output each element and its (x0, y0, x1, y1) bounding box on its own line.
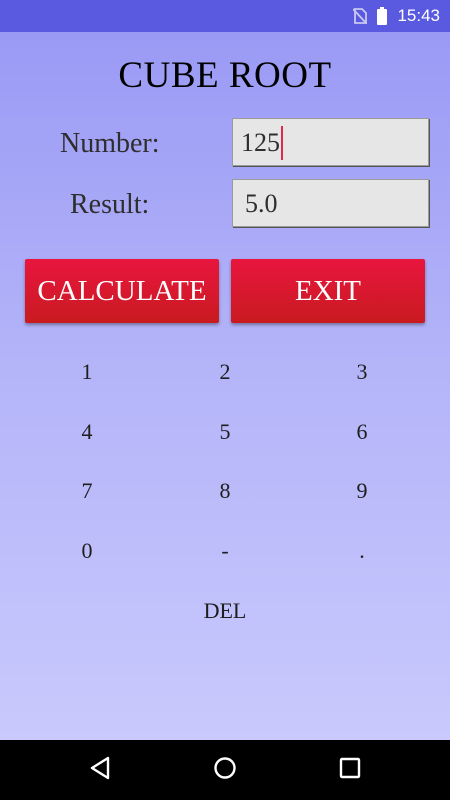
back-button[interactable] (70, 740, 130, 800)
number-input[interactable]: 125 (232, 118, 429, 166)
back-icon (89, 756, 111, 785)
navigation-bar (0, 740, 450, 800)
delete-button[interactable]: DEL (165, 589, 285, 633)
home-button[interactable] (195, 740, 255, 800)
recents-icon (339, 757, 361, 784)
key-7[interactable]: 7 (27, 469, 147, 513)
result-label: Result: (70, 189, 150, 220)
key-4[interactable]: 4 (27, 410, 147, 454)
key-2[interactable]: 2 (165, 350, 285, 394)
key-decimal[interactable]: . (302, 529, 422, 573)
result-value: 5.0 (245, 189, 278, 218)
app-content: CUBE ROOT Number: 125 Result: 5.0 CALCUL… (0, 32, 450, 740)
no-sim-icon (352, 8, 369, 25)
calculate-button[interactable]: CALCULATE (25, 259, 219, 323)
number-label: Number: (60, 128, 160, 159)
result-field[interactable]: 5.0 (232, 179, 429, 227)
key-1[interactable]: 1 (27, 350, 147, 394)
status-bar: 15:43 (0, 0, 450, 32)
key-5[interactable]: 5 (165, 410, 285, 454)
key-9[interactable]: 9 (302, 469, 422, 513)
key-6[interactable]: 6 (302, 410, 422, 454)
recents-button[interactable] (320, 740, 380, 800)
home-icon (213, 756, 237, 785)
key-8[interactable]: 8 (165, 469, 285, 513)
exit-button[interactable]: EXIT (231, 259, 425, 323)
battery-icon (377, 7, 388, 25)
number-input-value: 125 (241, 128, 280, 157)
key-3[interactable]: 3 (302, 350, 422, 394)
key-0[interactable]: 0 (27, 529, 147, 573)
key-minus[interactable]: - (165, 529, 285, 573)
text-cursor (281, 126, 283, 161)
page-title: CUBE ROOT (118, 55, 332, 96)
status-time: 15:43 (397, 6, 440, 25)
